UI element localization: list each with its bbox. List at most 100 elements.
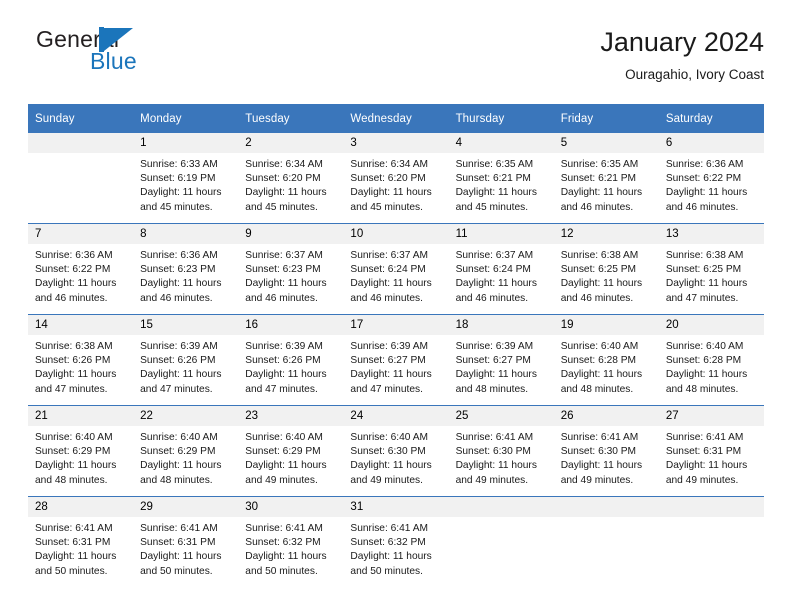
- calendar-day-cell[interactable]: 1 Sunrise: 6:33 AM Sunset: 6:19 PM Daylight…: [133, 133, 239, 224]
- calendar-day-cell[interactable]: 21 Sunrise: 6:40 AM Sunset: 6:29 PM Dayligh…: [28, 405, 134, 497]
- daylight-text-line1: Daylight: 11 hours: [560, 460, 643, 472]
- calendar-day-cell[interactable]: 26 Sunrise: 6:41 AM Sunset: 6:30 PM Dayligh…: [553, 405, 659, 497]
- daylight-text-line2: and 47 minutes.: [35, 383, 108, 395]
- calendar-day-cell[interactable]: 7 Sunrise: 6:36 AM Sunset: 6:22 PM Daylight…: [28, 223, 134, 315]
- sunrise-text: Sunrise: 6:39 AM: [350, 341, 429, 352]
- day-details: Sunrise: 6:38 AM Sunset: 6:26 PM Daylight:…: [28, 335, 133, 397]
- weekday-header-monday: Monday: [133, 104, 239, 133]
- brand-logo[interactable]: General Blue: [28, 26, 258, 88]
- calendar-day-cell[interactable]: 24 Sunrise: 6:40 AM Sunset: 6:30 PM Dayligh…: [343, 405, 449, 497]
- day-details: Sunrise: 6:36 AM Sunset: 6:22 PM Daylight:…: [659, 153, 764, 215]
- daylight-text-line2: and 49 minutes.: [455, 474, 529, 486]
- sunrise-text: Sunrise: 6:38 AM: [665, 250, 744, 261]
- daylight-text-line2: and 49 minutes.: [665, 474, 739, 486]
- calendar-body: 1 Sunrise: 6:33 AM Sunset: 6:19 PM Daylight…: [28, 133, 764, 587]
- day-details: Sunrise: 6:41 AM Sunset: 6:31 PM Daylight:…: [133, 517, 238, 579]
- calendar-day-cell[interactable]: 23 Sunrise: 6:40 AM Sunset: 6:29 PM Dayligh…: [238, 405, 344, 497]
- sunset-text: Sunset: 6:30 PM: [350, 446, 426, 458]
- calendar-day-cell[interactable]: 29 Sunrise: 6:41 AM Sunset: 6:31 PM Dayligh…: [133, 496, 239, 587]
- sunset-text: Sunset: 6:31 PM: [140, 537, 216, 549]
- day-number: 12: [553, 224, 659, 244]
- sunrise-text: Sunrise: 6:35 AM: [455, 159, 534, 170]
- sunset-text: Sunset: 6:30 PM: [455, 446, 531, 458]
- page-header: General Blue January 2024 Ouragahio, Ivo…: [28, 26, 764, 96]
- sunrise-text: Sunrise: 6:34 AM: [245, 159, 323, 170]
- calendar-day-cell[interactable]: 16 Sunrise: 6:39 AM Sunset: 6:26 PM Dayligh…: [238, 314, 344, 406]
- daylight-text-line1: Daylight: 11 hours: [140, 187, 222, 199]
- daylight-text-line1: Daylight: 11 hours: [350, 278, 432, 290]
- day-details: Sunrise: 6:38 AM Sunset: 6:25 PM Daylight:…: [659, 244, 764, 306]
- day-details: Sunrise: 6:41 AM Sunset: 6:32 PM Daylight:…: [238, 517, 343, 579]
- calendar-day-cell[interactable]: 4 Sunrise: 6:35 AM Sunset: 6:21 PM Daylight…: [448, 133, 554, 224]
- sunrise-text: Sunrise: 6:40 AM: [560, 341, 639, 352]
- daylight-text-line1: Daylight: 11 hours: [665, 278, 748, 290]
- daylight-text-line2: and 46 minutes.: [560, 292, 634, 304]
- calendar-week-row: 28 Sunrise: 6:41 AM Sunset: 6:31 PM Dayligh…: [28, 496, 764, 587]
- day-number: 18: [448, 315, 554, 335]
- sunrise-text: Sunrise: 6:41 AM: [455, 432, 534, 443]
- day-details: Sunrise: 6:40 AM Sunset: 6:28 PM Daylight:…: [659, 335, 764, 397]
- calendar-day-cell[interactable]: 12 Sunrise: 6:38 AM Sunset: 6:25 PM Dayligh…: [553, 223, 659, 315]
- sunset-text: Sunset: 6:27 PM: [455, 355, 531, 367]
- day-details: Sunrise: 6:36 AM Sunset: 6:22 PM Daylight:…: [28, 244, 133, 306]
- daylight-text-line2: and 49 minutes.: [245, 474, 318, 486]
- calendar-day-cell[interactable]: 3 Sunrise: 6:34 AM Sunset: 6:20 PM Daylight…: [343, 133, 449, 224]
- calendar-page: General Blue January 2024 Ouragahio, Ivo…: [0, 0, 792, 612]
- day-number: 6: [658, 133, 764, 153]
- calendar-day-cell[interactable]: 13 Sunrise: 6:38 AM Sunset: 6:25 PM Dayligh…: [658, 223, 764, 315]
- calendar-day-cell[interactable]: 6 Sunrise: 6:36 AM Sunset: 6:22 PM Daylight…: [658, 133, 764, 224]
- day-number: 8: [133, 224, 239, 244]
- calendar-day-cell[interactable]: 28 Sunrise: 6:41 AM Sunset: 6:31 PM Dayligh…: [28, 496, 134, 587]
- sunset-text: Sunset: 6:20 PM: [350, 173, 426, 185]
- sunset-text: Sunset: 6:28 PM: [560, 355, 637, 367]
- sunrise-text: Sunrise: 6:39 AM: [140, 341, 218, 352]
- calendar-day-cell[interactable]: 9 Sunrise: 6:37 AM Sunset: 6:23 PM Daylight…: [238, 223, 344, 315]
- calendar-day-cell[interactable]: 30 Sunrise: 6:41 AM Sunset: 6:32 PM Dayligh…: [238, 496, 344, 587]
- sunrise-text: Sunrise: 6:36 AM: [35, 250, 113, 261]
- weekday-header-friday: Friday: [553, 104, 659, 133]
- calendar-day-cell[interactable]: 22 Sunrise: 6:40 AM Sunset: 6:29 PM Dayligh…: [133, 405, 239, 497]
- sunset-text: Sunset: 6:29 PM: [35, 446, 111, 458]
- calendar-day-cell[interactable]: 5 Sunrise: 6:35 AM Sunset: 6:21 PM Daylight…: [553, 133, 659, 224]
- calendar-day-cell[interactable]: 2 Sunrise: 6:34 AM Sunset: 6:20 PM Daylight…: [238, 133, 344, 224]
- calendar-day-cell[interactable]: 18 Sunrise: 6:39 AM Sunset: 6:27 PM Dayligh…: [448, 314, 554, 406]
- sunrise-text: Sunrise: 6:39 AM: [245, 341, 323, 352]
- day-details: Sunrise: 6:41 AM Sunset: 6:32 PM Daylight:…: [343, 517, 448, 579]
- sunrise-text: Sunrise: 6:41 AM: [245, 523, 323, 534]
- daylight-text-line1: Daylight: 11 hours: [245, 187, 327, 199]
- calendar-day-cell[interactable]: 20 Sunrise: 6:40 AM Sunset: 6:28 PM Dayligh…: [658, 314, 764, 406]
- day-number: 17: [343, 315, 449, 335]
- day-details: [28, 153, 133, 158]
- calendar-week-row: 21 Sunrise: 6:40 AM Sunset: 6:29 PM Dayligh…: [28, 405, 764, 497]
- sunrise-text: Sunrise: 6:41 AM: [350, 523, 429, 534]
- calendar-table: Sunday Monday Tuesday Wednesday Thursday Frid…: [28, 104, 764, 587]
- daylight-text-line2: and 46 minutes.: [560, 201, 634, 213]
- calendar-day-cell[interactable]: 25 Sunrise: 6:41 AM Sunset: 6:30 PM Dayligh…: [448, 405, 554, 497]
- calendar-day-cell[interactable]: 17 Sunrise: 6:39 AM Sunset: 6:27 PM Dayligh…: [343, 314, 449, 406]
- page-subtitle: Ouragahio, Ivory Coast: [625, 67, 764, 82]
- calendar-day-cell[interactable]: 11 Sunrise: 6:37 AM Sunset: 6:24 PM Dayligh…: [448, 223, 554, 315]
- sunset-text: Sunset: 6:26 PM: [35, 355, 111, 367]
- daylight-text-line2: and 46 minutes.: [455, 292, 529, 304]
- calendar-day-cell[interactable]: 8 Sunrise: 6:36 AM Sunset: 6:23 PM Daylight…: [133, 223, 239, 315]
- daylight-text-line2: and 50 minutes.: [35, 565, 108, 577]
- day-number: [658, 497, 764, 517]
- daylight-text-line2: and 48 minutes.: [140, 474, 213, 486]
- calendar-day-cell[interactable]: 31 Sunrise: 6:41 AM Sunset: 6:32 PM Dayligh…: [343, 496, 449, 587]
- daylight-text-line1: Daylight: 11 hours: [665, 460, 748, 472]
- sunrise-text: Sunrise: 6:40 AM: [140, 432, 218, 443]
- calendar-day-cell[interactable]: 10 Sunrise: 6:37 AM Sunset: 6:24 PM Dayligh…: [343, 223, 449, 315]
- title-block: January 2024 Ouragahio, Ivory Coast: [600, 26, 764, 85]
- day-details: Sunrise: 6:35 AM Sunset: 6:21 PM Daylight:…: [449, 153, 554, 215]
- calendar-day-cell[interactable]: 27 Sunrise: 6:41 AM Sunset: 6:31 PM Dayligh…: [658, 405, 764, 497]
- calendar-day-cell[interactable]: 15 Sunrise: 6:39 AM Sunset: 6:26 PM Dayligh…: [133, 314, 239, 406]
- daylight-text-line1: Daylight: 11 hours: [455, 369, 537, 381]
- sunrise-text: Sunrise: 6:38 AM: [35, 341, 113, 352]
- day-number: 31: [343, 497, 449, 517]
- sunset-text: Sunset: 6:26 PM: [245, 355, 321, 367]
- day-number: [448, 497, 554, 517]
- calendar-day-cell[interactable]: 19 Sunrise: 6:40 AM Sunset: 6:28 PM Dayligh…: [553, 314, 659, 406]
- day-details: Sunrise: 6:39 AM Sunset: 6:26 PM Daylight:…: [133, 335, 238, 397]
- day-number: 25: [448, 406, 554, 426]
- calendar-day-cell[interactable]: 14 Sunrise: 6:38 AM Sunset: 6:26 PM Dayligh…: [28, 314, 134, 406]
